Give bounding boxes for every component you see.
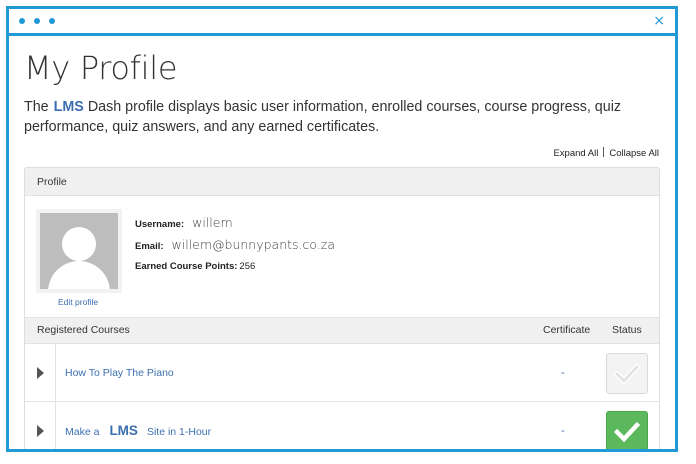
- registered-courses-label: Registered Courses: [37, 324, 130, 336]
- lms-brand-text: LMS: [109, 423, 138, 438]
- intro-rest: Dash profile displays basic user informa…: [24, 99, 622, 135]
- avatar-head-shape: [62, 227, 96, 261]
- username-row: Username: willem: [135, 215, 335, 237]
- course-title-text: How To Play The Piano: [65, 367, 174, 379]
- expand-collapse-controls: Expand All Collapse All: [24, 147, 659, 159]
- expand-triangle-icon[interactable]: [37, 367, 44, 379]
- course-certificate: -: [561, 367, 565, 379]
- course-title-link[interactable]: Make a LMS Site in 1-Hour: [65, 402, 212, 449]
- expand-all-link[interactable]: Expand All: [553, 148, 598, 159]
- page-title: My Profile: [24, 49, 178, 87]
- close-icon[interactable]: ×: [653, 13, 665, 29]
- course-title-prefix: Make a: [65, 426, 100, 438]
- username-label: Username:: [135, 219, 185, 230]
- email-row: Email: willem@bunnypants.co.za: [135, 237, 335, 259]
- email-value: willem@bunnypants.co.za: [171, 237, 336, 252]
- page-content: My Profile The LMS Dash profile displays b…: [9, 49, 675, 449]
- intro-text: The LMS Dash profile displays basic user i…: [24, 97, 664, 137]
- course-toggle-cell: [25, 344, 56, 401]
- email-label: Email:: [135, 241, 164, 252]
- points-value: 256: [239, 261, 256, 272]
- status-incomplete-badge: [606, 353, 648, 394]
- collapse-all-link[interactable]: Collapse All: [609, 148, 659, 159]
- window-dot-icon: [34, 18, 40, 24]
- checkmark-icon: [614, 362, 640, 385]
- course-title-link[interactable]: How To Play The Piano: [65, 344, 174, 402]
- status-complete-badge: [606, 411, 648, 449]
- user-info: Username: willem Email: willem@bunnypants.…: [135, 215, 335, 281]
- username-value: willem: [192, 215, 233, 230]
- browser-window: × My Profile The LMS Dash profile displays…: [6, 6, 678, 452]
- status-column-header: Status: [612, 324, 642, 336]
- expand-triangle-icon[interactable]: [37, 425, 44, 437]
- course-toggle-cell: [25, 402, 56, 449]
- window-dot-icon: [19, 18, 25, 24]
- avatar-body-shape: [48, 261, 110, 289]
- points-label: Earned Course Points:: [135, 261, 238, 272]
- profile-body: Edit profile Username: willem Email: wille…: [25, 196, 659, 317]
- edit-profile-link[interactable]: Edit profile: [58, 297, 98, 307]
- window-dot-icon: [49, 18, 55, 24]
- course-certificate: -: [561, 425, 565, 437]
- courses-header: Registered Courses Certificate Status: [25, 317, 659, 344]
- window-titlebar: ×: [9, 9, 675, 36]
- intro-prefix: The: [24, 99, 49, 115]
- course-title-suffix: Site in 1-Hour: [146, 426, 212, 438]
- points-row: Earned Course Points: 256: [135, 259, 335, 281]
- avatar: [36, 209, 122, 293]
- divider: [603, 147, 605, 157]
- window-dots: [19, 18, 55, 24]
- profile-header: Profile: [25, 168, 659, 196]
- certificate-column-header: Certificate: [543, 324, 591, 336]
- avatar-placeholder-icon: [40, 213, 118, 289]
- profile-panel: Profile Edit profile Username: willem Ema…: [24, 167, 660, 449]
- course-row: How To Play The Piano -: [25, 344, 659, 402]
- lms-brand-text: LMS: [53, 99, 84, 115]
- course-row: Make a LMS Site in 1-Hour -: [25, 402, 659, 449]
- checkmark-icon: [614, 421, 640, 442]
